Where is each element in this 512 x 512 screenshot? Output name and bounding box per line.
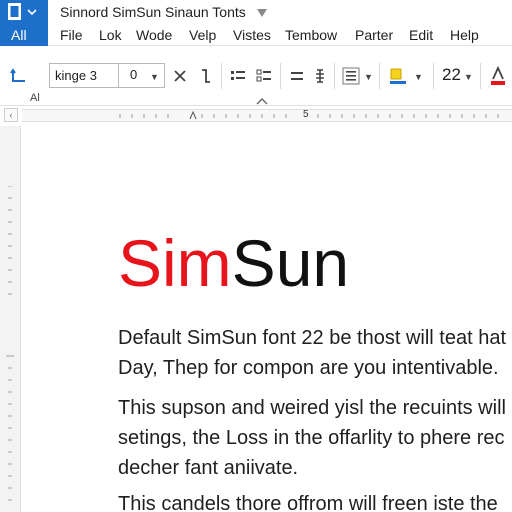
font-size-value: 0 xyxy=(130,67,138,82)
tab-selector[interactable]: ‹ xyxy=(4,108,18,122)
text-line: This supson and weired yisl the recuints… xyxy=(118,397,506,419)
chevron-down-icon[interactable]: ▼ xyxy=(414,72,423,82)
menu-wode[interactable]: Wode xyxy=(136,27,172,43)
format-painter-icon[interactable] xyxy=(8,66,30,86)
bracket-icon[interactable] xyxy=(195,66,215,86)
menu-bar: File Lok Wode Velp Vistes Tembow Parter … xyxy=(48,25,512,46)
toolbar-divider xyxy=(379,63,380,89)
menu-edit[interactable]: Edit xyxy=(409,27,433,43)
menu-file[interactable]: File xyxy=(60,27,83,43)
toolbar-divider xyxy=(280,63,281,89)
app-tile[interactable]: All xyxy=(0,0,48,46)
menu-parter[interactable]: Parter xyxy=(355,27,393,43)
window-title: Sinnord SimSun Sinaun Tonts xyxy=(60,4,246,20)
left-gutter xyxy=(0,126,21,512)
menu-help[interactable]: Help xyxy=(450,27,479,43)
text-line: decher fant aniivate. xyxy=(118,457,299,479)
paragraph-2: This supson and weired yisl the recuints… xyxy=(118,393,506,483)
text-line: This candels thore offrom will freen ist… xyxy=(118,493,498,512)
app-tile-label: All xyxy=(11,27,27,43)
menu-lok[interactable]: Lok xyxy=(99,27,122,43)
bullet-list-icon[interactable] xyxy=(228,66,248,86)
document-page[interactable]: SimSun Default SimSun font 22 be thost w… xyxy=(21,126,512,512)
menu-velp[interactable]: Velp xyxy=(189,27,216,43)
title-bar: All Sinnord SimSun Sinaun Tonts xyxy=(0,0,512,46)
menu-tembow[interactable]: Tembow xyxy=(285,27,337,43)
font-name-value: kinge 3 xyxy=(55,68,97,83)
horizontal-ruler[interactable]: 5 xyxy=(22,109,512,122)
text-line: setings, the Loss in the offarlity to ph… xyxy=(118,427,505,449)
ribbon-group-label: Al xyxy=(30,92,40,104)
ruler-row: ‹ 5 xyxy=(0,106,512,126)
ribbon-toolbar: kinge 3 0 ▼ ▼ ▼ 22 ▼ Al xyxy=(0,46,512,106)
text-line: Default SimSun font 22 be thost will tea… xyxy=(118,327,506,349)
text-line: Day, Thep for compon are you intentivabl… xyxy=(118,357,499,379)
heading-black-part: Sun xyxy=(231,226,350,300)
chevron-down-icon[interactable]: ▼ xyxy=(150,72,159,82)
toolbar-divider xyxy=(480,63,481,89)
collapse-ribbon-icon[interactable] xyxy=(256,92,268,105)
align-icon[interactable] xyxy=(287,66,307,86)
menu-vistes[interactable]: Vistes xyxy=(233,27,271,43)
ruler-number: 5 xyxy=(303,109,309,120)
font-color-icon[interactable] xyxy=(488,66,508,86)
app-document-icon xyxy=(8,3,37,21)
document-heading: SimSun xyxy=(118,223,349,303)
line-spacing-icon[interactable] xyxy=(340,66,362,86)
paragraph-1: Default SimSun font 22 be thost will tea… xyxy=(118,323,506,383)
size-value[interactable]: 22 xyxy=(442,65,461,85)
vertical-ruler[interactable] xyxy=(5,186,15,512)
chevron-down-icon[interactable]: ▼ xyxy=(364,72,373,82)
numbered-list-icon[interactable] xyxy=(254,66,274,86)
paragraph-3: This candels thore offrom will freen ist… xyxy=(118,489,498,512)
heading-red-part: Sim xyxy=(118,226,232,300)
close-icon[interactable] xyxy=(170,66,190,86)
pin-icon[interactable] xyxy=(255,6,269,18)
toolbar-divider xyxy=(433,63,434,89)
toolbar-divider xyxy=(221,63,222,89)
toolbar-divider xyxy=(334,63,335,89)
highlight-icon[interactable] xyxy=(386,66,410,86)
paragraph-mark-icon[interactable] xyxy=(310,66,330,86)
chevron-down-icon[interactable]: ▼ xyxy=(464,72,473,82)
